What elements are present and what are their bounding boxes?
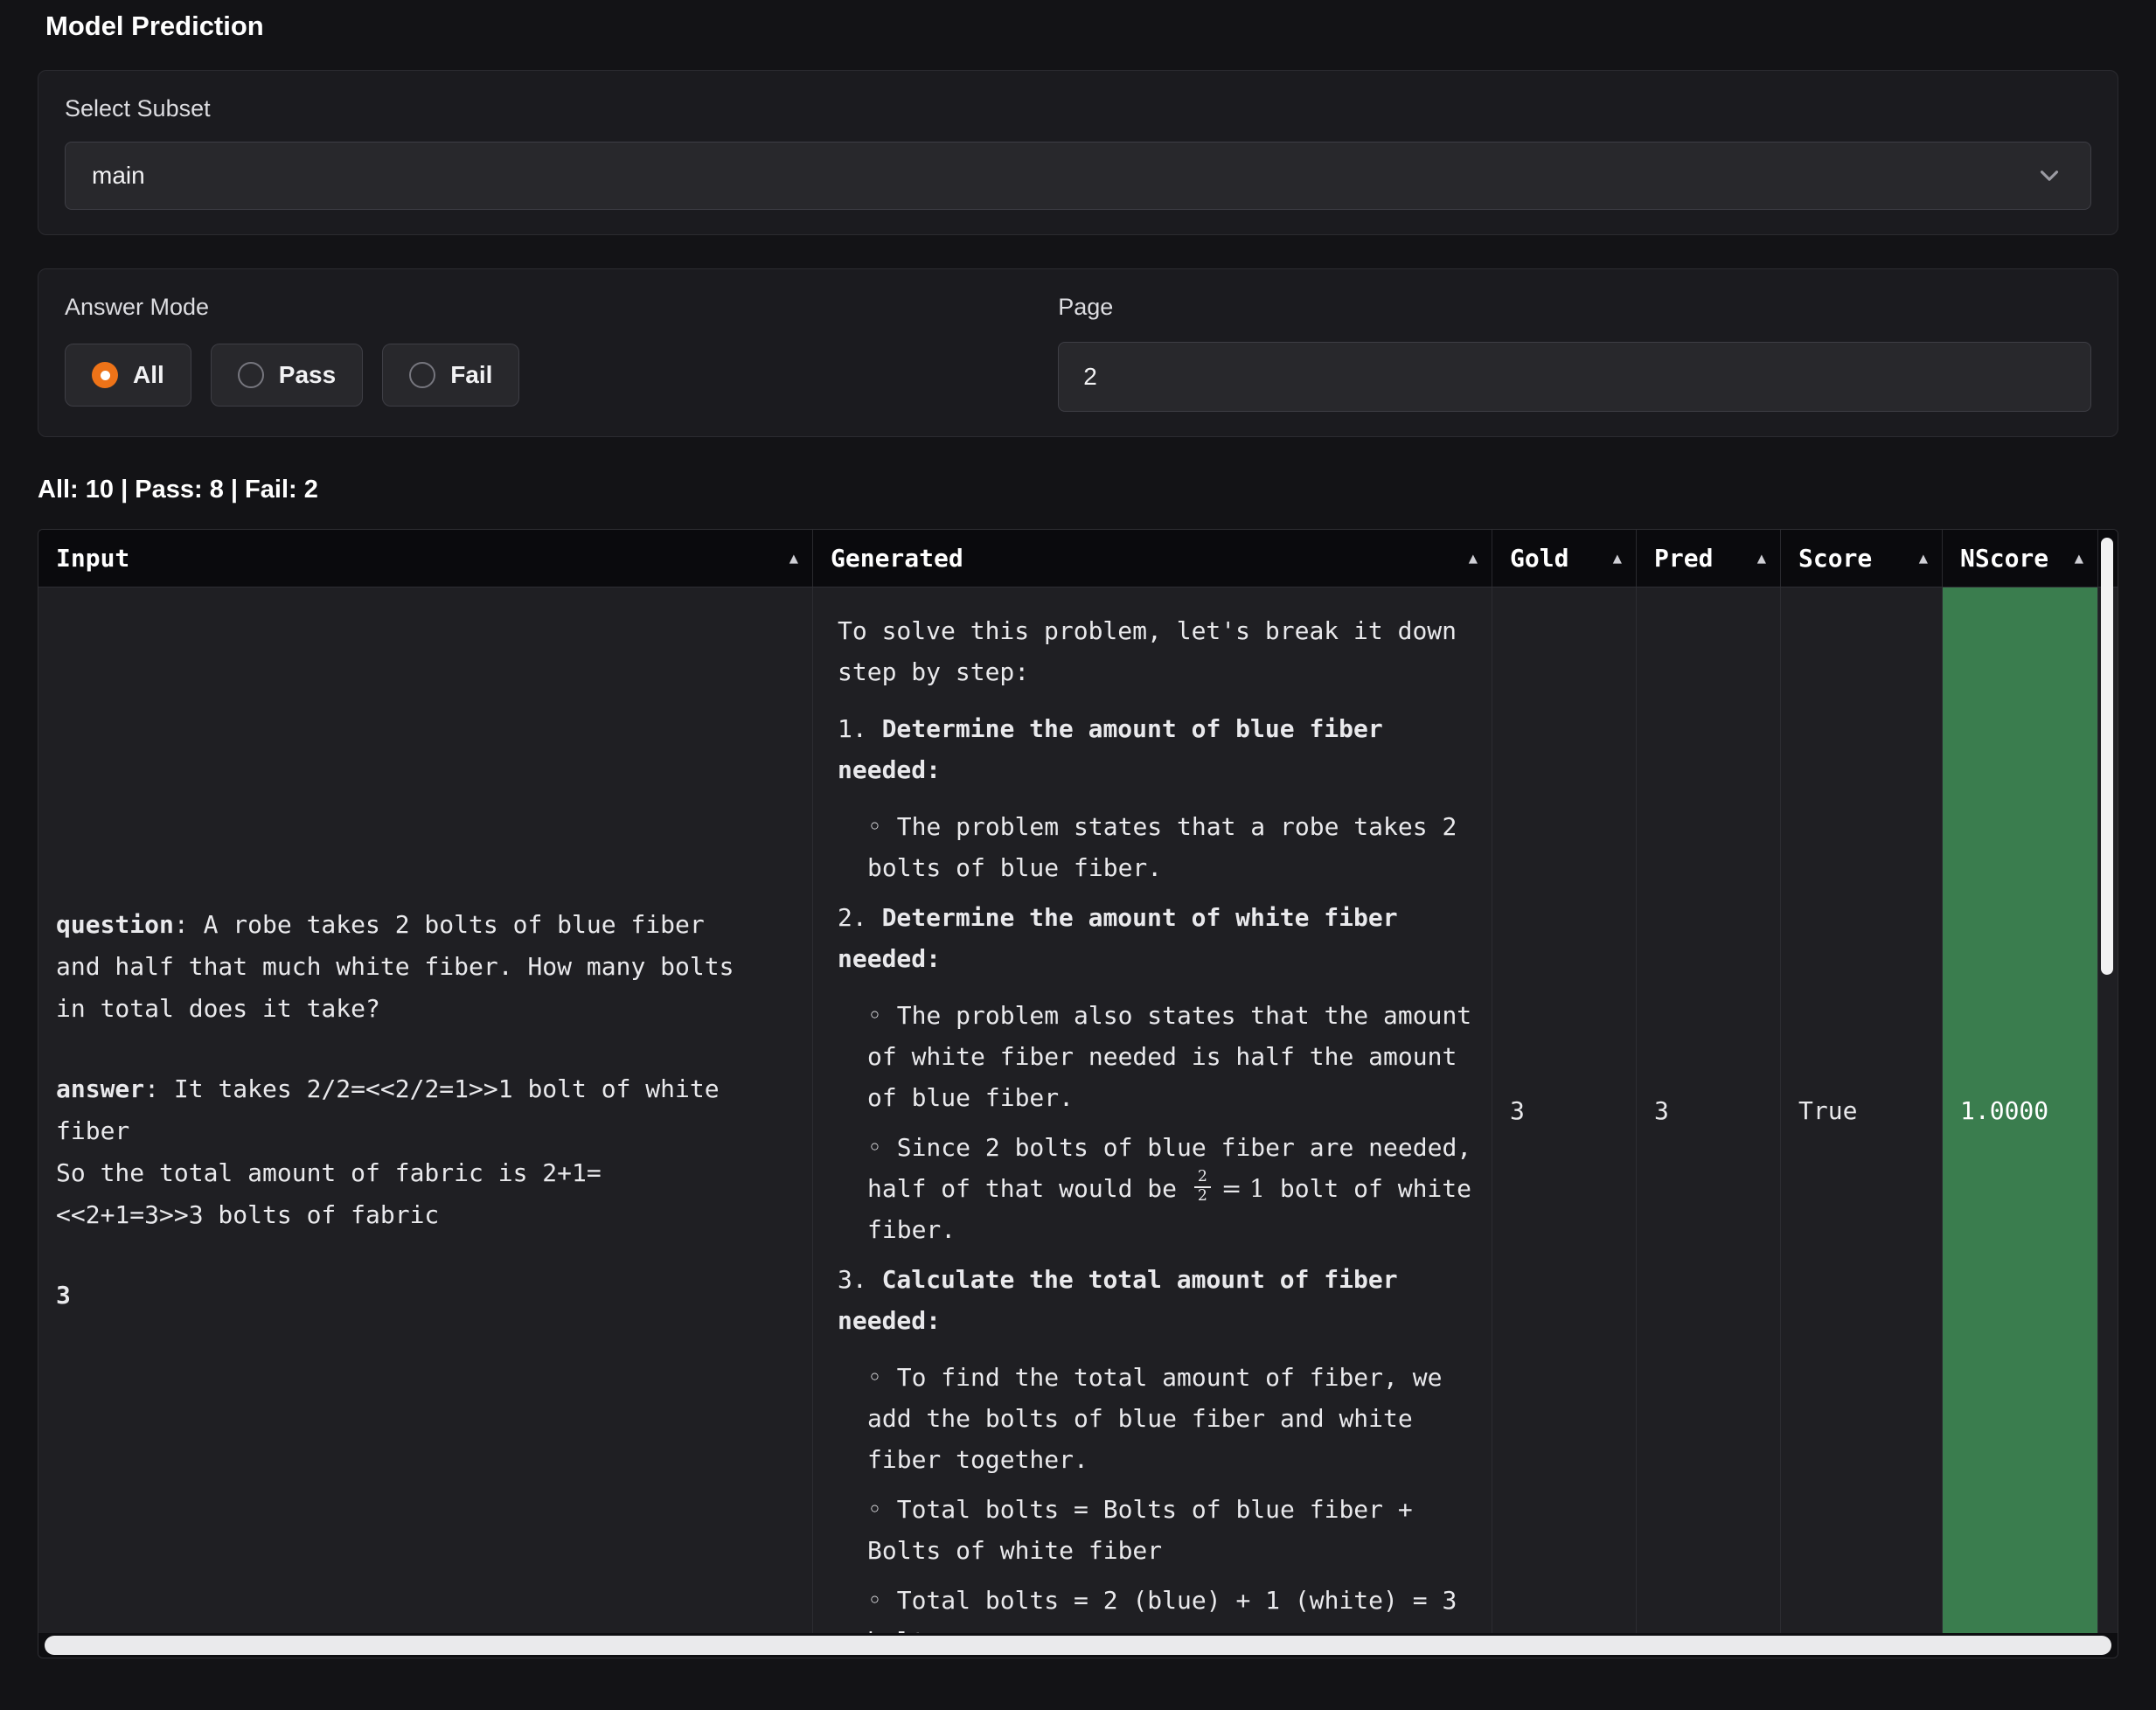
answer-mode-option-fail[interactable]: Fail <box>382 344 519 407</box>
paragraph: question: A robe takes 2 bolts of blue f… <box>56 904 742 1030</box>
subset-panel: Select Subset main <box>38 70 2118 235</box>
column-header-generated[interactable]: Generated ▲ <box>813 530 1492 587</box>
app-root: Model Prediction Select Subset main Answ… <box>0 0 2156 1658</box>
list-item: ◦ Since 2 bolts of blue fiber are needed… <box>838 1127 1474 1250</box>
list-item: ◦ The problem states that a robe takes 2… <box>838 806 1474 888</box>
radio-selected-icon <box>92 362 118 388</box>
table-header: Input ▲ Generated ▲ Gold ▲ Pred ▲ Score … <box>38 530 2118 587</box>
vertical-scrollbar-thumb[interactable] <box>2101 538 2113 975</box>
list-item: ◦ To find the total amount of fiber, we … <box>838 1357 1474 1480</box>
paragraph: 3 <box>56 1275 742 1317</box>
column-header-label: Score <box>1798 544 1872 573</box>
column-header-gold[interactable]: Gold ▲ <box>1492 530 1637 587</box>
subset-label: Select Subset <box>65 95 2091 122</box>
sort-asc-icon: ▲ <box>1919 550 1928 567</box>
bullet-icon: ◦ <box>867 1495 897 1524</box>
paragraph: 1. Determine the amount of blue fiber ne… <box>838 708 1474 790</box>
column-header-input[interactable]: Input ▲ <box>38 530 813 587</box>
column-header-label: Generated <box>831 544 963 573</box>
page-group: Page <box>1058 294 2091 412</box>
column-header-score[interactable]: Score ▲ <box>1781 530 1943 587</box>
bullet-icon: ◦ <box>867 1586 897 1615</box>
radio-unselected-icon <box>409 362 435 388</box>
sort-asc-icon: ▲ <box>1613 550 1622 567</box>
answer-mode-option-label: Fail <box>450 361 492 389</box>
gold-value: 3 <box>1510 1096 1525 1125</box>
answer-mode-group: Answer Mode All Pass Fail <box>65 294 997 412</box>
sort-asc-icon: ▲ <box>1469 550 1478 567</box>
column-header-label: Gold <box>1510 544 1568 573</box>
column-header-label: Input <box>56 544 129 573</box>
answer-mode-options: All Pass Fail <box>65 344 997 407</box>
vertical-scrollbar-track <box>2097 531 2117 1632</box>
answer-mode-label: Answer Mode <box>65 294 997 321</box>
score-value: True <box>1798 1096 1857 1125</box>
horizontal-scrollbar-track <box>38 1633 2118 1658</box>
page-label: Page <box>1058 294 2091 321</box>
sort-asc-icon: ▲ <box>2075 550 2083 567</box>
sort-asc-icon: ▲ <box>789 550 798 567</box>
list-item: ◦ Total bolts = 2 (blue) + 1 (white) = 3… <box>838 1580 1474 1633</box>
answer-mode-option-all[interactable]: All <box>65 344 191 407</box>
sort-asc-icon: ▲ <box>1757 550 1766 567</box>
nscore-value: 1.0000 <box>1960 1096 2048 1125</box>
cell-score[interactable]: True <box>1781 587 1943 1633</box>
cell-generated[interactable]: To solve this problem, let's break it do… <box>813 587 1492 1633</box>
paragraph: To solve this problem, let's break it do… <box>838 610 1474 692</box>
radio-unselected-icon <box>238 362 264 388</box>
math-fraction: 22 <box>1194 1169 1211 1206</box>
results-table: Input ▲ Generated ▲ Gold ▲ Pred ▲ Score … <box>38 529 2118 1658</box>
list-item: ◦ Total bolts = Bolts of blue fiber + Bo… <box>838 1489 1474 1571</box>
paragraph: answer: It takes 2/2=<<2/2=1>>1 bolt of … <box>56 1068 742 1236</box>
paragraph: 3. Calculate the total amount of fiber n… <box>838 1259 1474 1341</box>
cell-input[interactable]: question: A robe takes 2 bolts of blue f… <box>38 587 813 1633</box>
results-summary: All: 10 | Pass: 8 | Fail: 2 <box>38 476 2118 504</box>
bullet-icon: ◦ <box>867 1363 897 1392</box>
paragraph: 2. Determine the amount of white fiber n… <box>838 897 1474 979</box>
bullet-icon: ◦ <box>867 1001 897 1030</box>
bullet-icon: ◦ <box>867 1133 897 1162</box>
horizontal-scrollbar-thumb[interactable] <box>45 1636 2111 1655</box>
subset-dropdown-value: main <box>92 162 145 190</box>
answer-mode-option-pass[interactable]: Pass <box>211 344 363 407</box>
column-header-label: Pred <box>1654 544 1713 573</box>
page-title: Model Prediction <box>45 10 2118 42</box>
column-header-label: NScore <box>1960 544 2048 573</box>
answer-mode-option-label: Pass <box>279 361 336 389</box>
cell-pred[interactable]: 3 <box>1637 587 1781 1633</box>
page-input[interactable] <box>1058 342 2091 412</box>
column-header-pred[interactable]: Pred ▲ <box>1637 530 1781 587</box>
answer-mode-option-label: All <box>133 361 164 389</box>
bullet-icon: ◦ <box>867 812 897 841</box>
cell-nscore[interactable]: 1.0000 <box>1943 587 2098 1633</box>
column-header-nscore[interactable]: NScore ▲ <box>1943 530 2098 587</box>
list-item: ◦ The problem also states that the amoun… <box>838 995 1474 1118</box>
cell-gold[interactable]: 3 <box>1492 587 1637 1633</box>
pred-value: 3 <box>1654 1096 1669 1125</box>
subset-dropdown[interactable]: main <box>65 142 2091 210</box>
controls-panel: Answer Mode All Pass Fail Page <box>38 268 2118 437</box>
table-row: question: A robe takes 2 bolts of blue f… <box>38 587 2118 1633</box>
chevron-down-icon <box>2034 161 2064 191</box>
